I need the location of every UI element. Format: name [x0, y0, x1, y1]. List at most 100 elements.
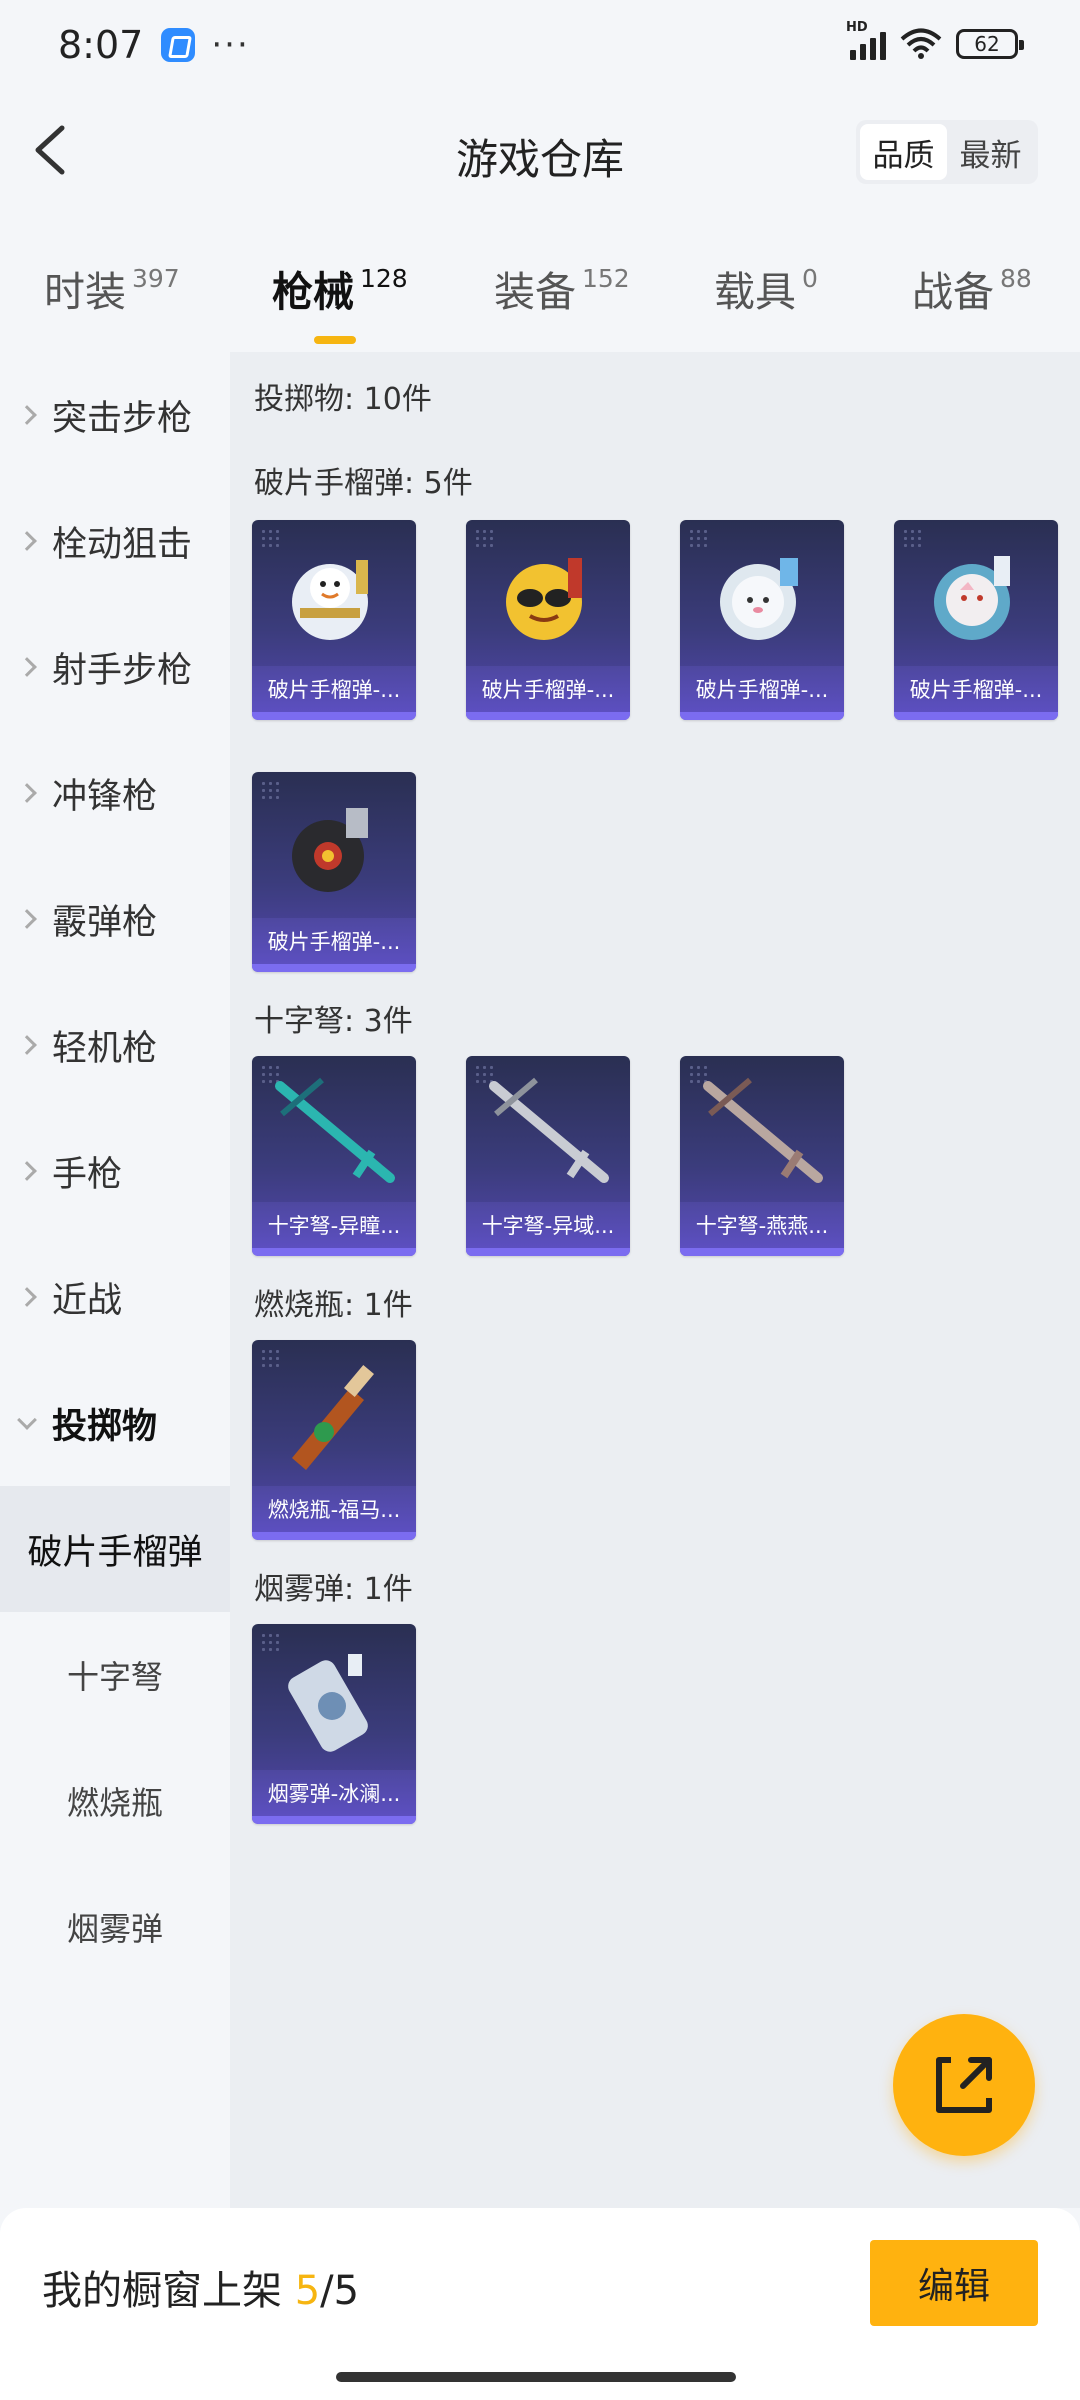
chevron-right-icon [17, 1287, 37, 1307]
tab-count: 397 [132, 264, 180, 293]
tab-count: 128 [360, 264, 408, 293]
share-fab-button[interactable] [893, 2014, 1035, 2156]
item-card[interactable]: 破片手榴弹-... [894, 520, 1058, 720]
crossbow-silver-icon [489, 1077, 609, 1183]
sidebar-item-throwables[interactable]: 投掷物 [0, 1360, 230, 1486]
item-card[interactable]: 十字弩-异瞳... [252, 1056, 416, 1256]
edit-button[interactable]: 编辑 [870, 2240, 1038, 2326]
item-label: 破片手榴弹-... [894, 666, 1058, 712]
chevron-right-icon [17, 1161, 37, 1181]
sidebar-item-shotgun[interactable]: 霰弹枪 [0, 856, 230, 982]
sidebar-item-label: 栓动狙击 [52, 524, 193, 565]
item-card[interactable]: 破片手榴弹-... [252, 772, 416, 972]
sidebar-item-pistol[interactable]: 手枪 [0, 1108, 230, 1234]
card-rarity-bar [466, 1248, 630, 1256]
sort-toggle: 品质 最新 [856, 120, 1038, 184]
tab-equipment[interactable]: 装备 152 [494, 258, 630, 318]
sidebar-item-label: 轻机枪 [52, 1028, 158, 1069]
card-rarity-bar [252, 1248, 416, 1256]
tab-combat-prep[interactable]: 战备 88 [912, 258, 1032, 318]
item-card[interactable]: 破片手榴弹-... [680, 520, 844, 720]
item-label: 十字弩-异瞳... [252, 1202, 416, 1248]
battery-icon: 62 [956, 29, 1024, 59]
item-card[interactable]: 破片手榴弹-... [466, 520, 630, 720]
item-card[interactable]: 燃烧瓶-福马... [252, 1340, 416, 1540]
item-card[interactable]: 破片手榴弹-... [252, 520, 416, 720]
section-title-molotov: 燃烧瓶: 1件 [254, 1288, 413, 1323]
sidebar-item-melee[interactable]: 近战 [0, 1234, 230, 1360]
sidebar: 突击步枪 栓动狙击 射手步枪 冲锋枪 霰弹枪 轻机枪 手枪 近战 投掷物 破片手… [0, 352, 230, 2208]
item-card[interactable]: 十字弩-异域... [466, 1056, 630, 1256]
tab-label: 装备 [494, 268, 576, 316]
tab-label: 时装 [44, 268, 126, 316]
sidebar-item-label: 手枪 [52, 1154, 123, 1195]
sidebar-item-bolt-sniper[interactable]: 栓动狙击 [0, 478, 230, 604]
home-indicator[interactable] [336, 2372, 736, 2382]
card-rarity-bar [252, 1532, 416, 1540]
card-rarity-bar [466, 712, 630, 720]
sidebar-item-label: 投掷物 [52, 1406, 158, 1447]
sidebar-sub-frag-grenade[interactable]: 破片手榴弹 [0, 1486, 230, 1612]
tab-label: 枪械 [272, 268, 354, 316]
sort-latest-button[interactable]: 最新 [947, 124, 1034, 180]
chevron-right-icon [17, 783, 37, 803]
section-title-smoke: 烟雾弹: 1件 [254, 1572, 413, 1607]
item-grid-area: 投掷物: 10件 破片手榴弹: 5件 破片手榴弹-... 破片手榴弹-... 破… [230, 352, 1080, 2208]
sidebar-item-label: 近战 [52, 1280, 123, 1321]
app-screen: { "status_bar": {"time": "8:07", "dots":… [0, 0, 1080, 2400]
sidebar-item-label: 突击步枪 [52, 398, 193, 439]
sidebar-item-marksman-rifle[interactable]: 射手步枪 [0, 604, 230, 730]
molotov-bottle-icon [292, 1365, 375, 1470]
sidebar-item-label: 射手步枪 [52, 650, 193, 691]
signal-icon: HD [846, 20, 886, 60]
sidebar-sub-molotov[interactable]: 燃烧瓶 [0, 1738, 230, 1864]
sidebar-item-label: 霰弹枪 [52, 902, 158, 943]
showcase-current: 5 [294, 2268, 321, 2314]
card-rarity-bar [680, 712, 844, 720]
sidebar-sub-smoke[interactable]: 烟雾弹 [0, 1864, 230, 1990]
status-right: HD 62 [846, 20, 1024, 60]
card-rarity-bar [252, 964, 416, 972]
item-label: 烟雾弹-冰澜... [252, 1770, 416, 1816]
item-label: 十字弩-燕燕... [680, 1202, 844, 1248]
section-title-crossbow: 十字弩: 3件 [254, 1004, 413, 1039]
sidebar-item-lmg[interactable]: 轻机枪 [0, 982, 230, 1108]
grenade-anime-icon [934, 556, 1010, 640]
tab-count: 152 [582, 264, 630, 293]
external-link-icon [936, 2057, 992, 2113]
sidebar-item-label: 冲锋枪 [52, 776, 158, 817]
tab-vehicles[interactable]: 载具 0 [714, 258, 818, 318]
sidebar-sub-crossbow[interactable]: 十字弩 [0, 1612, 230, 1738]
card-rarity-bar [894, 712, 1058, 720]
active-tab-indicator [314, 336, 356, 344]
item-card[interactable]: 十字弩-燕燕... [680, 1056, 844, 1256]
showcase-status: 我的橱窗上架 5/5 [42, 2258, 359, 2316]
item-label: 燃烧瓶-福马... [252, 1486, 416, 1532]
card-rarity-bar [252, 712, 416, 720]
chevron-down-icon [17, 1410, 37, 1430]
hd-label: HD [846, 20, 868, 35]
status-time: 8:07 [58, 23, 144, 67]
item-card[interactable]: 烟雾弹-冰澜... [252, 1624, 416, 1824]
showcase-label: 我的橱窗上架 [42, 2268, 295, 2314]
grenade-cute-icon [720, 558, 798, 640]
header: 游戏仓库 品质 最新 [0, 90, 1080, 210]
tab-costume[interactable]: 时装 397 [44, 258, 180, 318]
tab-count: 88 [1000, 264, 1032, 293]
status-bar: 8:07 ··· HD 62 [0, 0, 1080, 90]
crossbow-teal-icon [275, 1077, 395, 1183]
grenade-dark-icon [292, 808, 368, 892]
showcase-total: 5 [333, 2268, 360, 2314]
summary-count: 投掷物: 10件 [254, 382, 432, 417]
smoke-grenade-icon [288, 1654, 368, 1752]
tab-guns[interactable]: 枪械 128 [272, 258, 408, 344]
item-label: 破片手榴弹-... [466, 666, 630, 712]
chevron-right-icon [17, 405, 37, 425]
card-rarity-bar [680, 1248, 844, 1256]
sort-quality-button[interactable]: 品质 [860, 124, 947, 180]
sidebar-item-assault-rifle[interactable]: 突击步枪 [0, 352, 230, 478]
item-label: 破片手榴弹-... [252, 918, 416, 964]
sidebar-item-smg[interactable]: 冲锋枪 [0, 730, 230, 856]
chevron-right-icon [17, 909, 37, 929]
more-notifications-icon: ··· [211, 25, 250, 65]
